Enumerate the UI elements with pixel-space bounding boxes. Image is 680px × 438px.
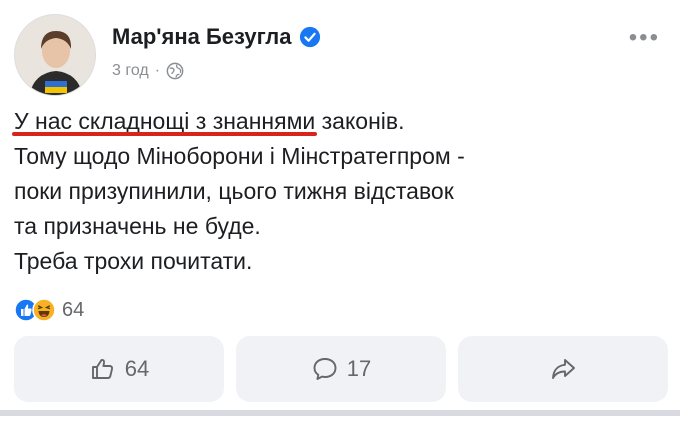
reaction-count: 64 bbox=[62, 298, 85, 321]
facebook-post: Мар'яна Безугла 3 год · ••• У нас складн… bbox=[0, 0, 680, 438]
post-divider bbox=[0, 410, 680, 416]
more-options-icon[interactable]: ••• bbox=[629, 26, 660, 50]
thumbs-up-icon bbox=[91, 358, 113, 379]
post-text-line: поки призупинили, цього тижня відставок bbox=[14, 178, 454, 204]
comment-button[interactable]: 17 bbox=[236, 336, 446, 402]
post-text: У нас складнощі з знаннями законів. Тому… bbox=[12, 104, 654, 279]
avatar[interactable] bbox=[14, 14, 96, 96]
post-text-line: та призначень не буде. bbox=[14, 213, 261, 239]
comment-count: 17 bbox=[346, 356, 372, 381]
post-actions: 64 17 bbox=[14, 336, 668, 402]
globe-icon bbox=[166, 62, 184, 80]
post-meta: 3 год · bbox=[112, 62, 184, 80]
underlined-text: У нас складнощі з знаннями bbox=[14, 108, 316, 134]
avatar-image bbox=[15, 15, 95, 95]
reaction-icons bbox=[14, 298, 56, 322]
share-button[interactable] bbox=[458, 336, 668, 402]
post-text-line: У нас складнощі з знаннями законів. bbox=[12, 104, 654, 139]
author-name-text[interactable]: Мар'яна Безугла bbox=[112, 24, 291, 50]
share-icon bbox=[552, 359, 575, 379]
meta-separator: · bbox=[154, 62, 161, 79]
post-text-line: Тому щодо Міноборони і Мінстратегпром - bbox=[14, 143, 465, 169]
red-underline-mark bbox=[12, 132, 318, 136]
reactions-summary[interactable]: 64 bbox=[14, 298, 84, 322]
post-text-line: Треба трохи почитати. bbox=[14, 248, 253, 274]
haha-icon bbox=[32, 298, 56, 322]
verified-badge-icon bbox=[300, 26, 321, 48]
like-button[interactable]: 64 bbox=[14, 336, 224, 402]
line1-rest: законів. bbox=[315, 108, 405, 134]
author-name[interactable]: Мар'яна Безугла bbox=[112, 24, 321, 50]
like-count: 64 bbox=[124, 356, 150, 381]
underlined-phrase: У нас складнощі з знаннями bbox=[12, 108, 318, 136]
comment-icon bbox=[313, 358, 337, 380]
post-timestamp[interactable]: 3 год bbox=[112, 62, 149, 80]
